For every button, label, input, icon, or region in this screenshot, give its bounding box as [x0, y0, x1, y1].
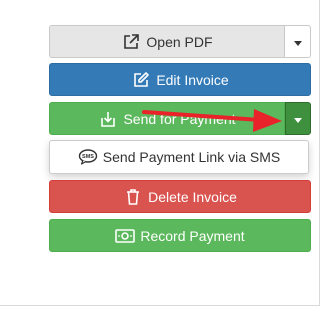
svg-text:SMS: SMS [82, 154, 94, 160]
edit-invoice-label: Edit Invoice [156, 71, 229, 88]
caret-down-icon [293, 33, 302, 51]
download-icon [98, 109, 118, 129]
send-for-payment-dropdown-menu: SMS Send Payment Link via SMS [49, 140, 309, 174]
send-for-payment-dropdown-toggle[interactable] [285, 102, 311, 135]
sms-icon: SMS [78, 149, 98, 165]
send-for-payment-button[interactable]: Send for Payment [49, 102, 285, 135]
invoice-actions-panel: Open PDF Edit Invoice Send for Payment S… [0, 0, 320, 306]
delete-invoice-label: Delete Invoice [148, 188, 237, 205]
external-link-icon [121, 32, 141, 52]
open-pdf-button[interactable]: Open PDF [49, 25, 285, 58]
record-payment-label: Record Payment [140, 227, 245, 244]
send-sms-label: Send Payment Link via SMS [102, 149, 281, 165]
send-for-payment-label: Send for Payment [123, 110, 236, 127]
caret-down-icon [294, 110, 302, 128]
money-icon [115, 226, 136, 246]
open-pdf-dropdown-toggle[interactable] [285, 25, 311, 58]
delete-invoice-button[interactable]: Delete Invoice [49, 180, 311, 213]
open-pdf-label: Open PDF [146, 33, 213, 50]
record-payment-button[interactable]: Record Payment [49, 219, 311, 252]
trash-icon [123, 187, 143, 207]
edit-invoice-button[interactable]: Edit Invoice [49, 63, 311, 96]
send-sms-menu-item[interactable]: SMS Send Payment Link via SMS [50, 141, 308, 173]
edit-icon [131, 70, 151, 90]
